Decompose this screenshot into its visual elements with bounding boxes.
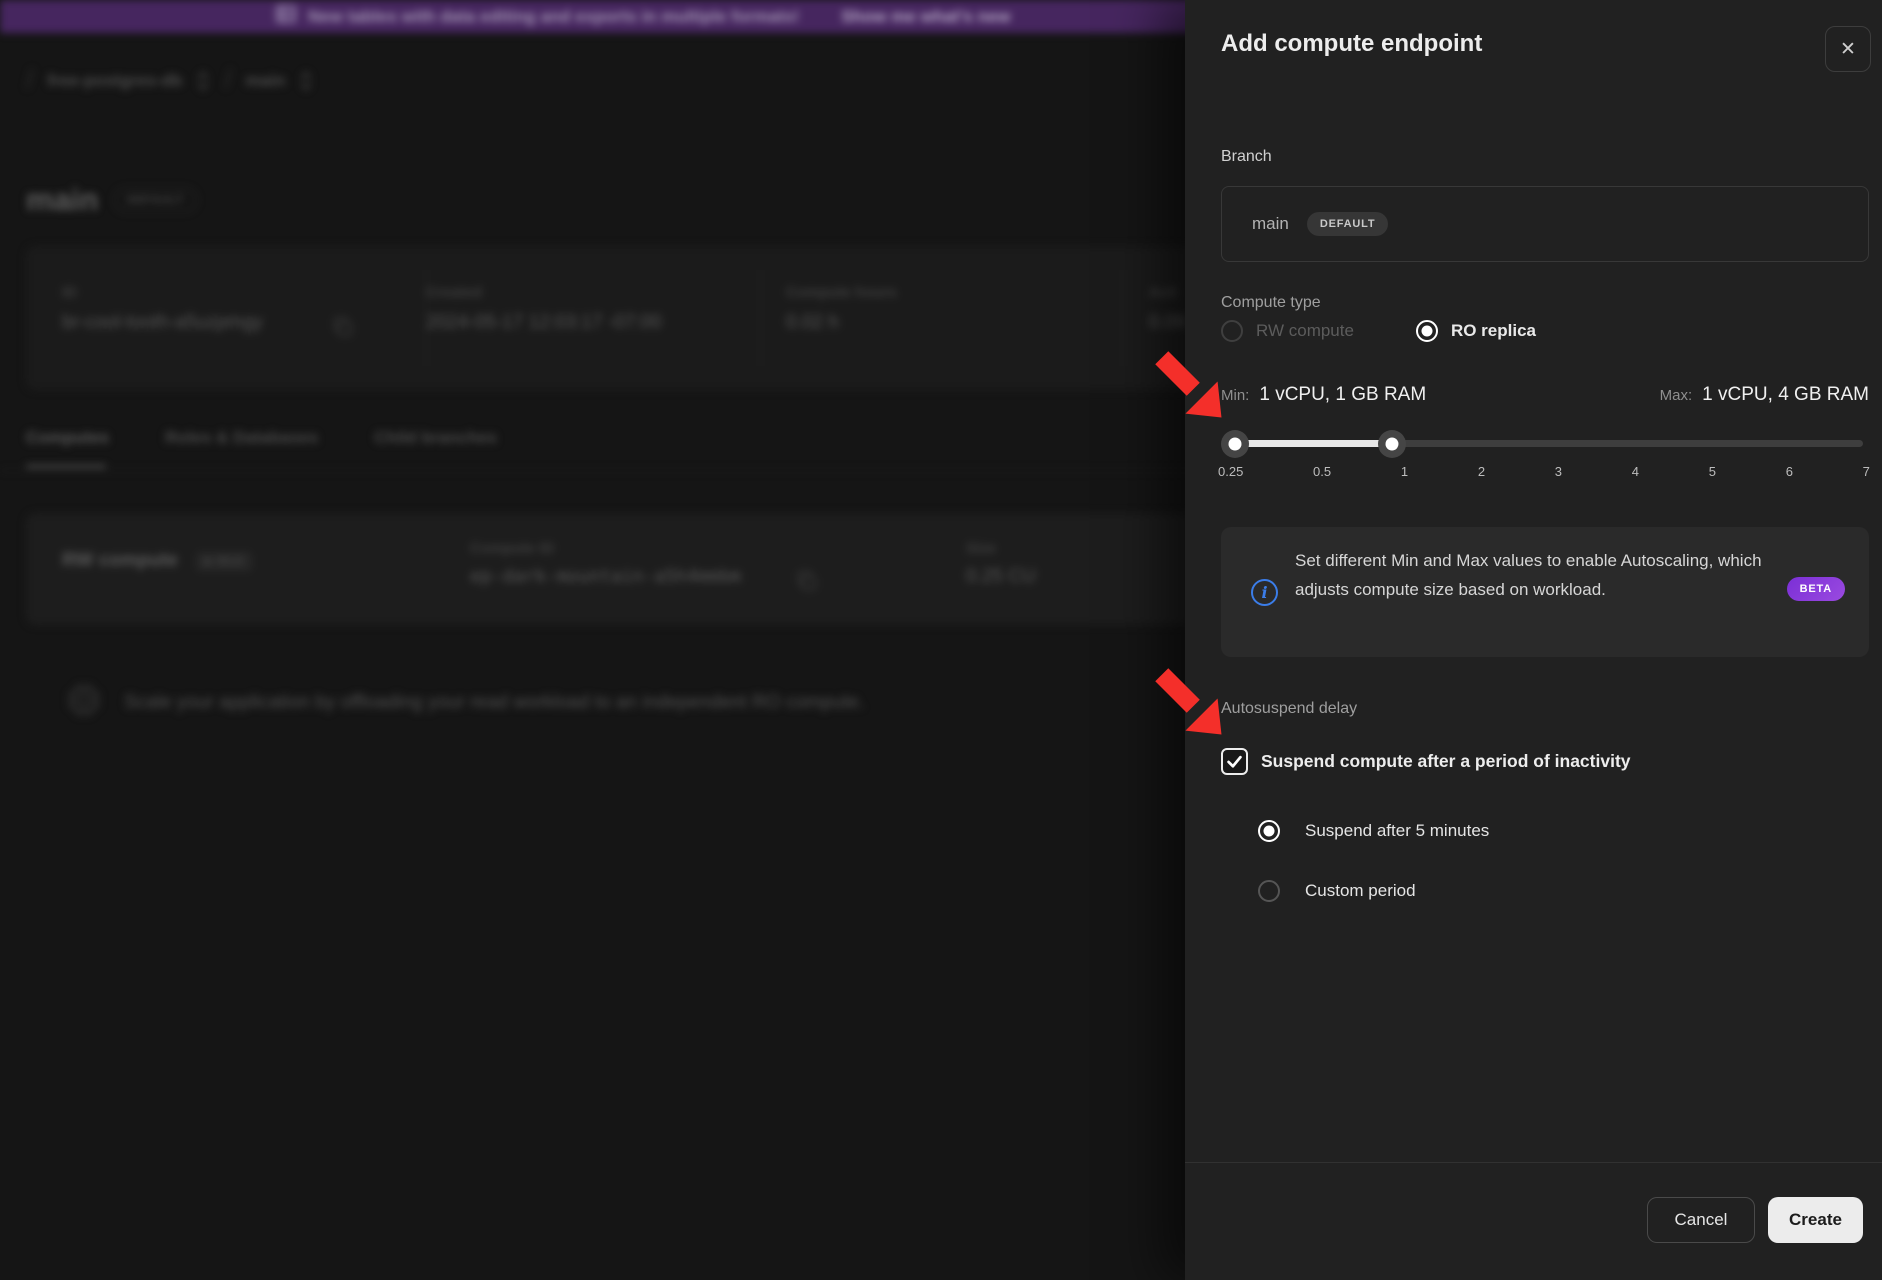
- active-tab-underline: [26, 465, 106, 468]
- app-screen: New tables with data editing and exports…: [0, 0, 1882, 1280]
- option-custom-period[interactable]: Custom period: [1258, 880, 1416, 902]
- page-title: main: [26, 182, 98, 218]
- banner-message: New tables with data editing and exports…: [308, 7, 799, 27]
- suspend-checkbox-label: Suspend compute after a period of inacti…: [1261, 751, 1631, 772]
- cancel-button[interactable]: Cancel: [1647, 1197, 1755, 1243]
- branch-title-row: main DEFAULT: [26, 182, 197, 218]
- compute-size-slider[interactable]: [1228, 440, 1863, 447]
- compute-hours-label: Compute hours: [786, 284, 897, 301]
- max-label: Max:: [1660, 387, 1693, 404]
- compute-id-label: Compute ID: [470, 540, 554, 557]
- compute-id-value: ep-dark-mountain-a5h4mmbm: [470, 566, 741, 587]
- active-hours-label: Acti: [1149, 284, 1177, 301]
- chevron-updown-icon[interactable]: [196, 70, 210, 92]
- branch-default-badge: DEFAULT: [1307, 212, 1389, 236]
- created-value: 2024-05-17 12:03:17 -07:00: [426, 312, 662, 334]
- tick-label: 4: [1632, 464, 1639, 479]
- radio-custom-period[interactable]: [1258, 880, 1280, 902]
- add-compute-endpoint-drawer: Add compute endpoint ✕ Branch main DEFAU…: [1185, 0, 1882, 1280]
- copy-icon[interactable]: [796, 570, 818, 597]
- compute-type-label: Compute type: [1221, 294, 1321, 312]
- divider: [760, 270, 761, 366]
- drawer-title: Add compute endpoint: [1221, 30, 1482, 58]
- branch-select[interactable]: main DEFAULT: [1221, 186, 1869, 262]
- beta-badge: BETA: [1787, 577, 1845, 601]
- tab-child-branches[interactable]: Child branches: [374, 428, 497, 448]
- compute-name: RW compute: [62, 550, 178, 572]
- branch-tabs: Computes Roles & Databases Child branche…: [26, 428, 497, 448]
- chip-icon: [66, 682, 102, 724]
- breadcrumb-separator: /: [224, 64, 231, 95]
- status-text: IDLE: [217, 556, 244, 567]
- status-dot-icon: [204, 558, 211, 565]
- tab-roles-databases[interactable]: Roles & Databases: [165, 428, 318, 448]
- create-button[interactable]: Create: [1768, 1197, 1863, 1243]
- autoscaling-info-text: Set different Min and Max values to enab…: [1295, 546, 1763, 604]
- radio-ro-replica[interactable]: [1416, 320, 1438, 342]
- breadcrumb: / free-postgres-db / main: [26, 62, 313, 100]
- autosuspend-label: Autosuspend delay: [1221, 700, 1357, 718]
- close-icon: ✕: [1840, 38, 1856, 61]
- tick-label: 1: [1401, 464, 1408, 479]
- breadcrumb-branch[interactable]: main: [246, 71, 286, 91]
- autoscaling-info-box: i Set different Min and Max values to en…: [1221, 527, 1869, 657]
- default-badge: DEFAULT: [114, 188, 197, 212]
- tick-label: 7: [1863, 464, 1870, 479]
- size-label: Size: [966, 540, 996, 557]
- compute-type-options: RW compute RO replica: [1221, 320, 1536, 342]
- branch-value: main: [1252, 214, 1289, 234]
- copy-icon[interactable]: [332, 316, 354, 343]
- tab-computes[interactable]: Computes: [26, 428, 109, 448]
- close-button[interactable]: ✕: [1825, 26, 1871, 72]
- radio-rw-compute[interactable]: [1221, 320, 1243, 342]
- checkmark-icon: [1225, 752, 1244, 771]
- tick-label: 6: [1786, 464, 1793, 479]
- option-suspend-5-minutes[interactable]: Suspend after 5 minutes: [1258, 820, 1489, 842]
- divider: [1123, 270, 1124, 366]
- size-minmax-row: Min: 1 vCPU, 1 GB RAM Max: 1 vCPU, 4 GB …: [1221, 384, 1869, 406]
- suspend-checkbox[interactable]: [1221, 748, 1248, 775]
- active-hours-value: 0.09: [1149, 312, 1186, 334]
- tick-label: 2: [1478, 464, 1485, 479]
- id-label: ID: [62, 284, 77, 301]
- ro-compute-empty-state: Scale your application by offloading you…: [66, 682, 864, 724]
- tick-label: 5: [1709, 464, 1716, 479]
- ro-replica-option-label: RO replica: [1451, 321, 1536, 341]
- compute-name-cell: RW compute IDLE: [62, 550, 252, 572]
- slider-tick-labels: 0.25 0.5 1 2 3 4 5 6 7: [1218, 464, 1870, 479]
- max-value: 1 vCPU, 4 GB RAM: [1702, 384, 1869, 406]
- rw-compute-option-label: RW compute: [1256, 321, 1354, 341]
- empty-state-text: Scale your application by offloading you…: [124, 692, 864, 714]
- slider-selected-range: [1235, 440, 1392, 447]
- suspend-5-minutes-label: Suspend after 5 minutes: [1305, 821, 1489, 841]
- status-badge: IDLE: [196, 552, 252, 571]
- compute-hours-value: 0.02 h: [786, 312, 839, 334]
- breadcrumb-separator: /: [26, 64, 33, 95]
- chevron-updown-icon[interactable]: [299, 70, 313, 92]
- annotation-arrow-autosuspend: [1152, 665, 1228, 741]
- tick-label: 0.25: [1218, 464, 1243, 479]
- breadcrumb-project[interactable]: free-postgres-db: [47, 71, 182, 91]
- banner-cta-link[interactable]: Show me what's new: [841, 7, 1010, 27]
- info-icon: i: [1251, 579, 1278, 606]
- branch-label: Branch: [1221, 148, 1272, 166]
- custom-period-label: Custom period: [1305, 881, 1416, 901]
- radio-suspend-5-minutes[interactable]: [1258, 820, 1280, 842]
- min-value: 1 vCPU, 1 GB RAM: [1259, 384, 1426, 406]
- table-icon: [276, 5, 296, 28]
- slider-max-handle[interactable]: [1378, 430, 1406, 458]
- id-value: br-cool-tooth-a5uzpmgy: [62, 312, 263, 334]
- slider-min-handle[interactable]: [1221, 430, 1249, 458]
- tick-label: 0.5: [1313, 464, 1331, 479]
- annotation-arrow-min-slider: [1152, 348, 1228, 424]
- footer-divider: [1185, 1162, 1882, 1163]
- created-label: Created: [426, 284, 482, 301]
- size-value: 0.25 CU: [966, 566, 1036, 588]
- tick-label: 3: [1555, 464, 1562, 479]
